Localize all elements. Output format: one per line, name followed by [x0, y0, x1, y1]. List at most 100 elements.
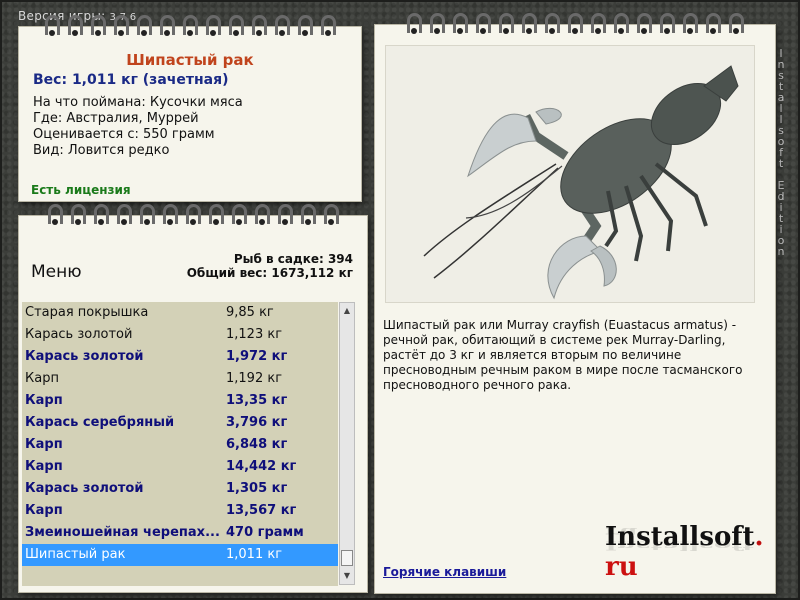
catch-item-weight: 6,848 кг: [226, 437, 288, 452]
ring-icon: [185, 204, 201, 224]
ring-icon: [228, 15, 244, 35]
ring-icon: [277, 204, 293, 224]
catch-item-weight: 1,011 кг: [226, 547, 283, 562]
ring-icon: [613, 13, 629, 33]
catch-list-item[interactable]: Карп 13,567 кг: [22, 500, 338, 522]
crayfish-image: [385, 45, 755, 303]
ring-icon: [139, 204, 155, 224]
catch-item-weight: 13,35 кг: [226, 393, 288, 408]
catch-item-name: Карась серебряный: [25, 415, 175, 430]
fish-location: Где: Австралия, Муррей: [33, 111, 199, 126]
ring-icon: [231, 204, 247, 224]
ring-icon: [205, 15, 221, 35]
catch-list-item[interactable]: Карп 1,192 кг: [22, 368, 338, 390]
catch-item-name: Карп: [25, 371, 59, 386]
ring-icon: [521, 13, 537, 33]
crayfish-illustration: [423, 65, 739, 300]
spiral-binding: [19, 15, 361, 35]
hotkeys-link[interactable]: Горячие клавиши: [383, 565, 506, 579]
catch-item-name: Карась золотой: [25, 481, 144, 496]
spiral-binding: [375, 13, 775, 33]
catch-list-item[interactable]: Змеиношейная черепах... 470 грамм: [22, 522, 338, 544]
total-weight: Общий вес: 1673,112 кг: [186, 266, 353, 280]
catch-list-item[interactable]: Карп 6,848 кг: [22, 434, 338, 456]
ring-icon: [116, 204, 132, 224]
ring-icon: [475, 13, 491, 33]
catch-list-item[interactable]: Карп 14,442 кг: [22, 456, 338, 478]
menu-title[interactable]: Меню: [31, 262, 82, 282]
catch-list-scrollbar[interactable]: ▲ ▼: [339, 302, 355, 585]
menu-card: Меню Рыб в садке: 394 Общий вес: 1673,11…: [18, 204, 368, 593]
catch-item-name: Карась золотой: [25, 327, 133, 342]
catch-item-weight: 13,567 кг: [226, 503, 297, 518]
ring-icon: [254, 204, 270, 224]
fish-description: Шипастый рак или Murray crayfish (Euasta…: [383, 318, 743, 392]
edition-vertical-text: Installsoft Edition: [777, 47, 785, 258]
ring-icon: [90, 15, 106, 35]
ring-icon: [208, 204, 224, 224]
catch-item-weight: 470 грамм: [226, 525, 304, 540]
catch-item-name: Старая покрышка: [25, 305, 149, 320]
catch-list-item[interactable]: Карась серебряный 3,796 кг: [22, 412, 338, 434]
catch-item-weight: 3,796 кг: [226, 415, 288, 430]
fish-name: Шипастый рак: [126, 51, 254, 69]
catch-list-item[interactable]: Карась золотой 1,123 кг: [22, 324, 338, 346]
fish-photo-card: Шипастый рак или Murray crayfish (Euasta…: [374, 13, 776, 594]
catch-list-item[interactable]: Карась золотой 1,972 кг: [22, 346, 338, 368]
ring-icon: [320, 15, 336, 35]
catch-item-name: Карп: [25, 459, 63, 474]
ring-icon: [682, 13, 698, 33]
ring-icon: [136, 15, 152, 35]
ring-icon: [498, 13, 514, 33]
ring-icon: [44, 15, 60, 35]
ring-icon: [429, 13, 445, 33]
fish-weight: Вес: 1,011 кг (зачетная): [33, 72, 229, 88]
ring-icon: [659, 13, 675, 33]
catch-list[interactable]: Старая покрышка 9,85 кг Карась золотой 1,12…: [22, 302, 338, 586]
ring-icon: [162, 204, 178, 224]
ring-icon: [93, 204, 109, 224]
ring-icon: [567, 13, 583, 33]
catch-list-item[interactable]: Карп 13,35 кг: [22, 390, 338, 412]
scroll-up-icon[interactable]: ▲: [340, 303, 354, 319]
fish-value: Оценивается с: 550 грамм: [33, 127, 215, 142]
ring-icon: [705, 13, 721, 33]
catch-item-weight: 1,123 кг: [226, 327, 283, 342]
catch-stats: Рыб в садке: 394 Общий вес: 1673,112 кг: [187, 252, 353, 280]
catch-item-name: Карп: [25, 393, 63, 408]
scroll-down-icon[interactable]: ▼: [340, 568, 354, 584]
catch-item-weight: 14,442 кг: [226, 459, 297, 474]
catch-item-name: Карп: [25, 503, 63, 518]
ring-icon: [159, 15, 175, 35]
fish-info-card: Шипастый рак Вес: 1,011 кг (зачетная) На…: [18, 15, 362, 202]
ring-icon: [728, 13, 744, 33]
ring-icon: [113, 15, 129, 35]
ring-icon: [406, 13, 422, 33]
ring-icon: [274, 15, 290, 35]
fish-bait: На что поймана: Кусочки мяса: [33, 95, 243, 110]
ring-icon: [590, 13, 606, 33]
ring-icon: [70, 204, 86, 224]
ring-icon: [323, 204, 339, 224]
catch-item-weight: 1,305 кг: [226, 481, 288, 496]
catch-item-name: Шипастый рак: [25, 547, 126, 562]
catch-item-weight: 1,192 кг: [226, 371, 283, 386]
fish-count: Рыб в садке: 394: [233, 252, 353, 266]
catch-list-item[interactable]: Карась золотой 1,305 кг: [22, 478, 338, 500]
ring-icon: [544, 13, 560, 33]
ring-icon: [297, 15, 313, 35]
fish-rarity: Вид: Ловится редко: [33, 143, 170, 158]
logo-reflection: Installsoft. ru: [605, 525, 764, 552]
scroll-thumb[interactable]: [341, 550, 353, 566]
license-status: Есть лицензия: [31, 183, 131, 197]
ring-icon: [67, 15, 83, 35]
catch-item-name: Карась золотой: [25, 349, 144, 364]
catch-item-name: Змеиношейная черепах...: [25, 525, 220, 540]
ring-icon: [251, 15, 267, 35]
ring-icon: [452, 13, 468, 33]
ring-icon: [47, 204, 63, 224]
catch-list-item[interactable]: Старая покрышка 9,85 кг: [22, 302, 338, 324]
catch-item-weight: 1,972 кг: [226, 349, 288, 364]
ring-icon: [636, 13, 652, 33]
catch-list-item[interactable]: Шипастый рак 1,011 кг: [22, 544, 338, 566]
